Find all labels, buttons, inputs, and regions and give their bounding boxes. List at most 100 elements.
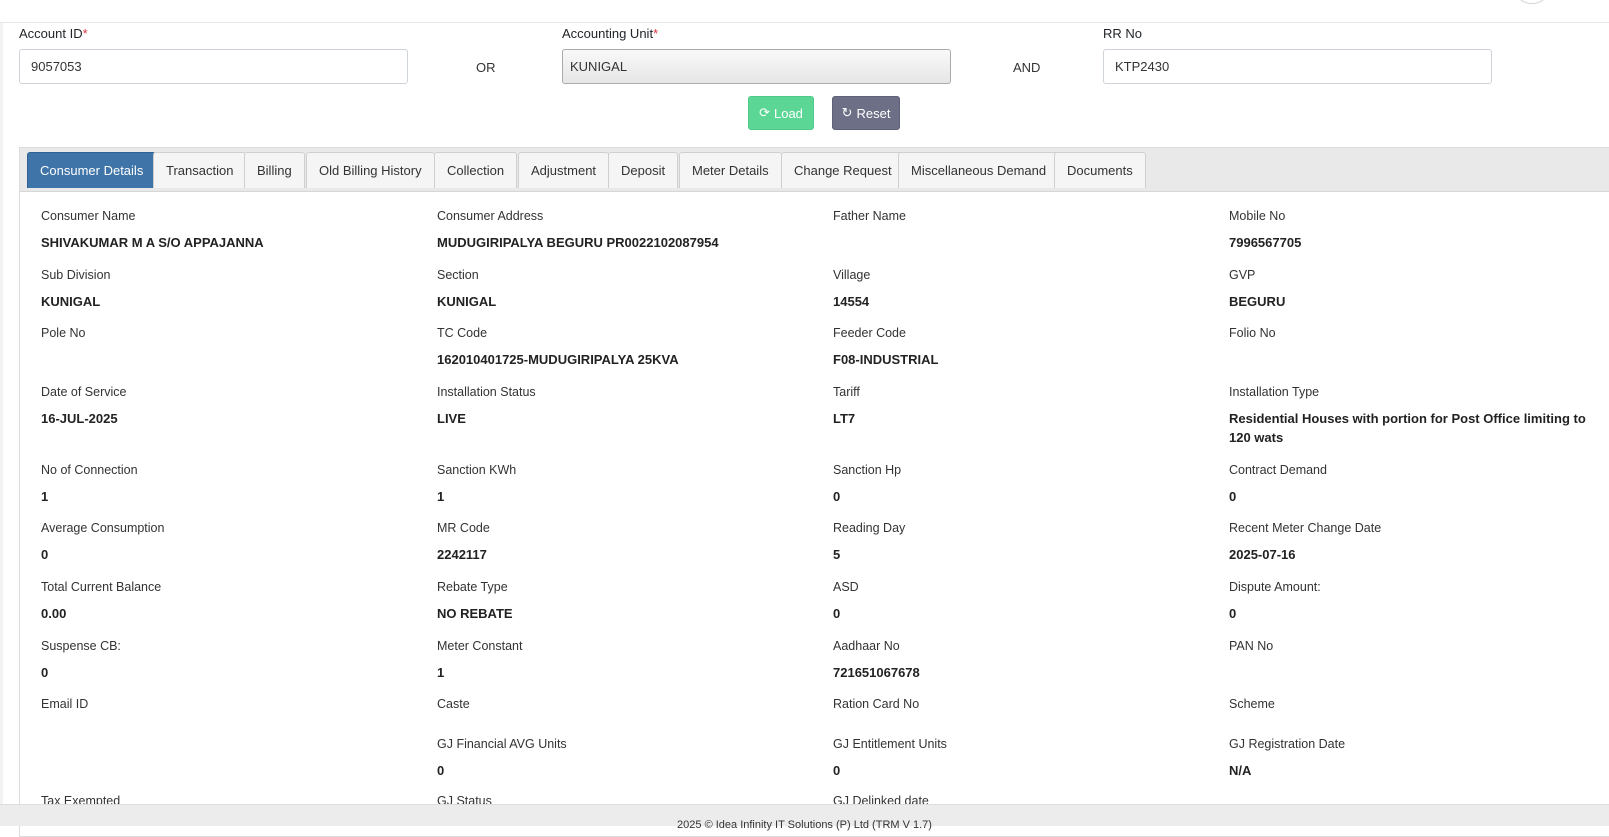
footer-text: 2025 © Idea Infinity IT Solutions (P) Lt… (677, 819, 932, 831)
detail-value: F08-INDUSTRIAL (833, 352, 939, 367)
tab-meter-details[interactable]: Meter Details (679, 152, 782, 188)
tab-bar: Consumer Details Transaction Billing Old… (20, 148, 1609, 192)
detail-label: Consumer Name (41, 209, 136, 223)
tab-change-request[interactable]: Change Request (781, 152, 905, 188)
detail-label: GJ Entitlement Units (833, 737, 947, 751)
reset-button[interactable]: ↻ Reset (832, 96, 900, 130)
detail-field: GJ Financial AVG Units 0 (437, 736, 807, 780)
account-id-input[interactable]: 9057053 (19, 49, 408, 84)
account-id-label: Account ID* (19, 26, 88, 41)
detail-field: Meter Constant 1 (437, 638, 807, 682)
detail-field: Tariff LT7 (833, 384, 1203, 428)
detail-field: Contract Demand 0 (1229, 462, 1599, 506)
detail-value: BEGURU (1229, 294, 1286, 309)
tab-label: Deposit (621, 163, 666, 178)
detail-label: Average Consumption (41, 521, 165, 535)
detail-label: GVP (1229, 268, 1256, 282)
load-button-label: Load (773, 105, 803, 121)
detail-field: Mobile No 7996567705 (1229, 208, 1599, 252)
tab-billing[interactable]: Billing (244, 152, 305, 188)
tab-miscellaneous-demand[interactable]: Miscellaneous Demand (898, 152, 1060, 188)
detail-label: GJ Registration Date (1229, 737, 1346, 751)
footer: 2025 © Idea Infinity IT Solutions (P) Lt… (0, 804, 1609, 831)
tab-label: Meter Details (692, 163, 769, 178)
search-form: Account ID* 9057053 OR Accounting Unit* … (0, 24, 1609, 144)
tab-label: Billing (257, 163, 292, 178)
detail-value: 0 (41, 547, 49, 562)
detail-label: Date of Service (41, 385, 127, 399)
account-id-label-text: Account ID (19, 26, 83, 41)
tab-adjustment[interactable]: Adjustment (518, 152, 610, 188)
tab-collection[interactable]: Collection (434, 152, 518, 188)
detail-field: Pole No (41, 325, 411, 350)
spinner-icon: ⟳ (759, 105, 770, 120)
detail-field: Sanction Hp 0 (833, 462, 1203, 506)
detail-field: Folio No (1229, 325, 1599, 350)
detail-label: Aadhaar No (833, 639, 900, 653)
detail-value: 2242117 (437, 547, 487, 562)
detail-value: 7996567705 (1229, 235, 1302, 250)
tab-label: Consumer Details (40, 163, 144, 178)
detail-field: Total Current Balance 0.00 (41, 579, 411, 623)
detail-label: Feeder Code (833, 326, 906, 340)
detail-label: Email ID (41, 697, 89, 711)
detail-field: Ration Card No (833, 696, 1203, 721)
detail-label: Scheme (1229, 697, 1275, 711)
detail-label: Installation Status (437, 385, 536, 399)
detail-label: Meter Constant (437, 639, 523, 653)
detail-value: 1 (437, 665, 445, 680)
detail-label: Sanction KWh (437, 463, 517, 477)
detail-field: Caste (437, 696, 807, 721)
detail-label: Sanction Hp (833, 463, 902, 477)
consumer-panel: Consumer Details Transaction Billing Old… (19, 147, 1609, 837)
detail-field: Sanction KWh 1 (437, 462, 807, 506)
accounting-unit-select[interactable]: KUNIGAL (562, 49, 951, 84)
detail-field: Consumer Address MUDUGIRIPALYA BEGURU PR0… (437, 208, 807, 252)
detail-field (41, 736, 411, 745)
detail-field: MR Code 2242117 (437, 520, 807, 564)
tab-label: Adjustment (531, 163, 597, 178)
detail-value: 162010401725-MUDUGIRIPALYA 25KVA (437, 352, 679, 367)
detail-label: GJ Financial AVG Units (437, 737, 567, 751)
detail-value: 14554 (833, 294, 870, 309)
detail-field: Aadhaar No 721651067678 (833, 638, 1203, 682)
detail-field: Village 14554 (833, 267, 1203, 311)
detail-value: 0 (833, 606, 841, 621)
detail-field: Date of Service 16-JUL-2025 (41, 384, 411, 428)
tab-transaction[interactable]: Transaction (153, 152, 247, 188)
detail-value: NO REBATE (437, 606, 513, 621)
detail-label: Total Current Balance (41, 580, 162, 594)
tab-deposit[interactable]: Deposit (608, 152, 679, 188)
detail-label: Folio No (1229, 326, 1276, 340)
detail-value: 2025-07-16 (1229, 547, 1296, 562)
user-avatar[interactable] (1518, 0, 1546, 4)
detail-label: Dispute Amount: (1229, 580, 1321, 594)
detail-value: KUNIGAL (437, 294, 497, 309)
detail-field: Installation Status LIVE (437, 384, 807, 428)
detail-value: N/A (1229, 763, 1252, 778)
tab-documents[interactable]: Documents (1054, 152, 1146, 188)
detail-label: Sub Division (41, 268, 111, 282)
account-id-value: 9057053 (31, 59, 82, 74)
tab-old-billing-history[interactable]: Old Billing History (306, 152, 435, 188)
detail-field: Section KUNIGAL (437, 267, 807, 311)
load-button[interactable]: ⟳ Load (748, 96, 814, 130)
tab-label: Miscellaneous Demand (911, 163, 1047, 178)
detail-value: 0 (1229, 606, 1237, 621)
detail-value: MUDUGIRIPALYA BEGURU PR0022102087954 (437, 235, 719, 250)
detail-field: Dispute Amount: 0 (1229, 579, 1599, 623)
reset-button-label: Reset (856, 105, 891, 121)
detail-field: Feeder Code F08-INDUSTRIAL (833, 325, 1203, 369)
detail-field: Suspense CB: 0 (41, 638, 411, 682)
detail-value: 721651067678 (833, 665, 920, 680)
tab-consumer-details[interactable]: Consumer Details (27, 152, 157, 188)
tab-label: Old Billing History (319, 163, 422, 178)
detail-field: Recent Meter Change Date 2025-07-16 (1229, 520, 1599, 564)
detail-label: Tariff (833, 385, 860, 399)
required-mark: * (82, 26, 88, 41)
detail-field: ASD 0 (833, 579, 1203, 623)
top-header (0, 0, 1609, 23)
rr-no-input[interactable]: KTP2430 (1103, 49, 1492, 84)
detail-value: 5 (833, 547, 841, 562)
detail-label: Reading Day (833, 521, 906, 535)
